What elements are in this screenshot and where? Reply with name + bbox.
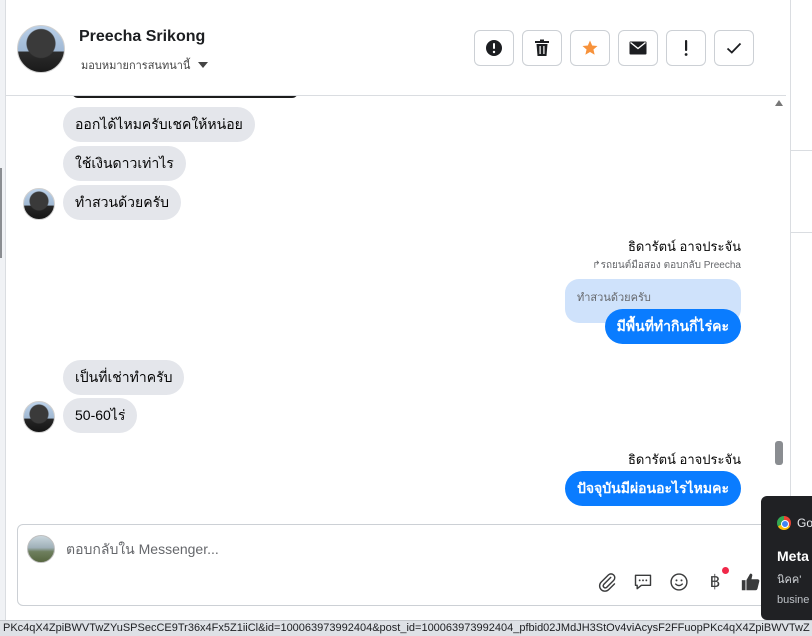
- scroll-up-arrow-icon[interactable]: [775, 100, 783, 106]
- notification-source: busine: [777, 594, 810, 606]
- contact-avatar-small[interactable]: [23, 188, 55, 220]
- sender-name: ธิดารัตน์ อาจประจัน: [627, 239, 741, 254]
- delete-button[interactable]: [522, 30, 562, 66]
- spam-button[interactable]: [666, 30, 706, 66]
- mark-unread-button[interactable]: [618, 30, 658, 66]
- chrome-icon: [777, 516, 791, 530]
- emoji-icon: [670, 573, 688, 591]
- incoming-message[interactable]: ใช้เงินดาวเท่าไร: [63, 146, 186, 181]
- cropped-message: [72, 96, 298, 98]
- assign-label: มอบหมายการสนทนานี้: [81, 60, 191, 72]
- url-status-bar: PKc4qX4ZpiBWVTwZYuSPSecCE9Tr36x4Fx5Z1iiC…: [0, 620, 812, 636]
- emoji-button[interactable]: [668, 571, 690, 593]
- reply-note: ↱รถยนต์มือสอง ตอบกลับ Preecha: [592, 258, 741, 273]
- message-scrollbar[interactable]: [772, 96, 786, 520]
- attach-button[interactable]: [596, 571, 618, 593]
- incoming-message[interactable]: เป็นที่เช่าทำครับ: [63, 360, 185, 395]
- alert-circle-icon: [486, 40, 502, 56]
- reply-composer: ฿: [17, 524, 777, 606]
- background-scroll-mark: [0, 168, 2, 258]
- incoming-message[interactable]: 50-60ไร่: [63, 398, 138, 433]
- outgoing-message[interactable]: มีพื้นที่ทำกินกี่ไร่คะ: [604, 309, 741, 344]
- contact-name[interactable]: Preecha Srikong: [79, 28, 205, 46]
- message-thread: ออกได้ไหมครับเชคให้หน่อย ใช้เงินดาวเท่าไ…: [6, 96, 786, 520]
- outgoing-message[interactable]: ปัจจุบันมีผ่อนอะไรไหมคะ: [564, 471, 741, 506]
- chrome-notification[interactable]: Go Meta นิคค' busine: [761, 496, 812, 620]
- scroll-thumb[interactable]: [775, 441, 783, 465]
- sender-name: ธิดารัตน์ อาจประจัน: [627, 452, 741, 467]
- saved-replies-button[interactable]: [632, 571, 654, 593]
- done-button[interactable]: [714, 30, 754, 66]
- divider: [790, 232, 812, 233]
- baht-payment-icon: ฿: [709, 572, 721, 592]
- trash-icon: [535, 39, 549, 56]
- divider: [790, 150, 812, 151]
- envelope-icon: [629, 41, 647, 55]
- star-icon: [582, 40, 598, 55]
- page-avatar: [27, 535, 55, 563]
- checkmark-icon: [726, 42, 742, 54]
- notification-title: Meta: [777, 548, 809, 564]
- conversation-header: Preecha Srikong มอบหมายการสนทนานี้: [6, 0, 786, 96]
- caret-down-icon: [198, 62, 209, 68]
- star-button[interactable]: [570, 30, 610, 66]
- contact-avatar-small[interactable]: [23, 401, 55, 433]
- incoming-message[interactable]: ออกได้ไหมครับเชคให้หน่อย: [63, 107, 255, 142]
- notification-header: Go: [777, 516, 812, 530]
- conversation-actions: [474, 30, 754, 66]
- reply-arrow-icon: ↱: [592, 260, 601, 271]
- incoming-message[interactable]: ทำสวนด้วยครับ: [63, 185, 181, 220]
- exclamation-icon: [684, 40, 688, 56]
- notification-dot: [722, 567, 729, 574]
- like-button[interactable]: [740, 571, 762, 593]
- report-button[interactable]: [474, 30, 514, 66]
- notification-app: Go: [797, 516, 812, 530]
- conversation-panel: Preecha Srikong มอบหมายการสนทนานี้ ออกได…: [6, 0, 786, 620]
- assign-conversation-dropdown[interactable]: มอบหมายการสนทนานี้: [81, 56, 209, 74]
- speech-bubble-icon: [634, 574, 652, 590]
- notification-body: นิคค': [777, 574, 802, 586]
- composer-tools: ฿: [596, 567, 762, 593]
- paperclip-icon: [598, 573, 616, 592]
- thumbs-up-icon: [741, 573, 760, 591]
- reply-input[interactable]: [66, 537, 666, 561]
- payment-button[interactable]: ฿: [704, 567, 729, 593]
- contact-avatar[interactable]: [17, 25, 65, 73]
- reply-note-text: รถยนต์มือสอง ตอบกลับ Preecha: [600, 260, 741, 271]
